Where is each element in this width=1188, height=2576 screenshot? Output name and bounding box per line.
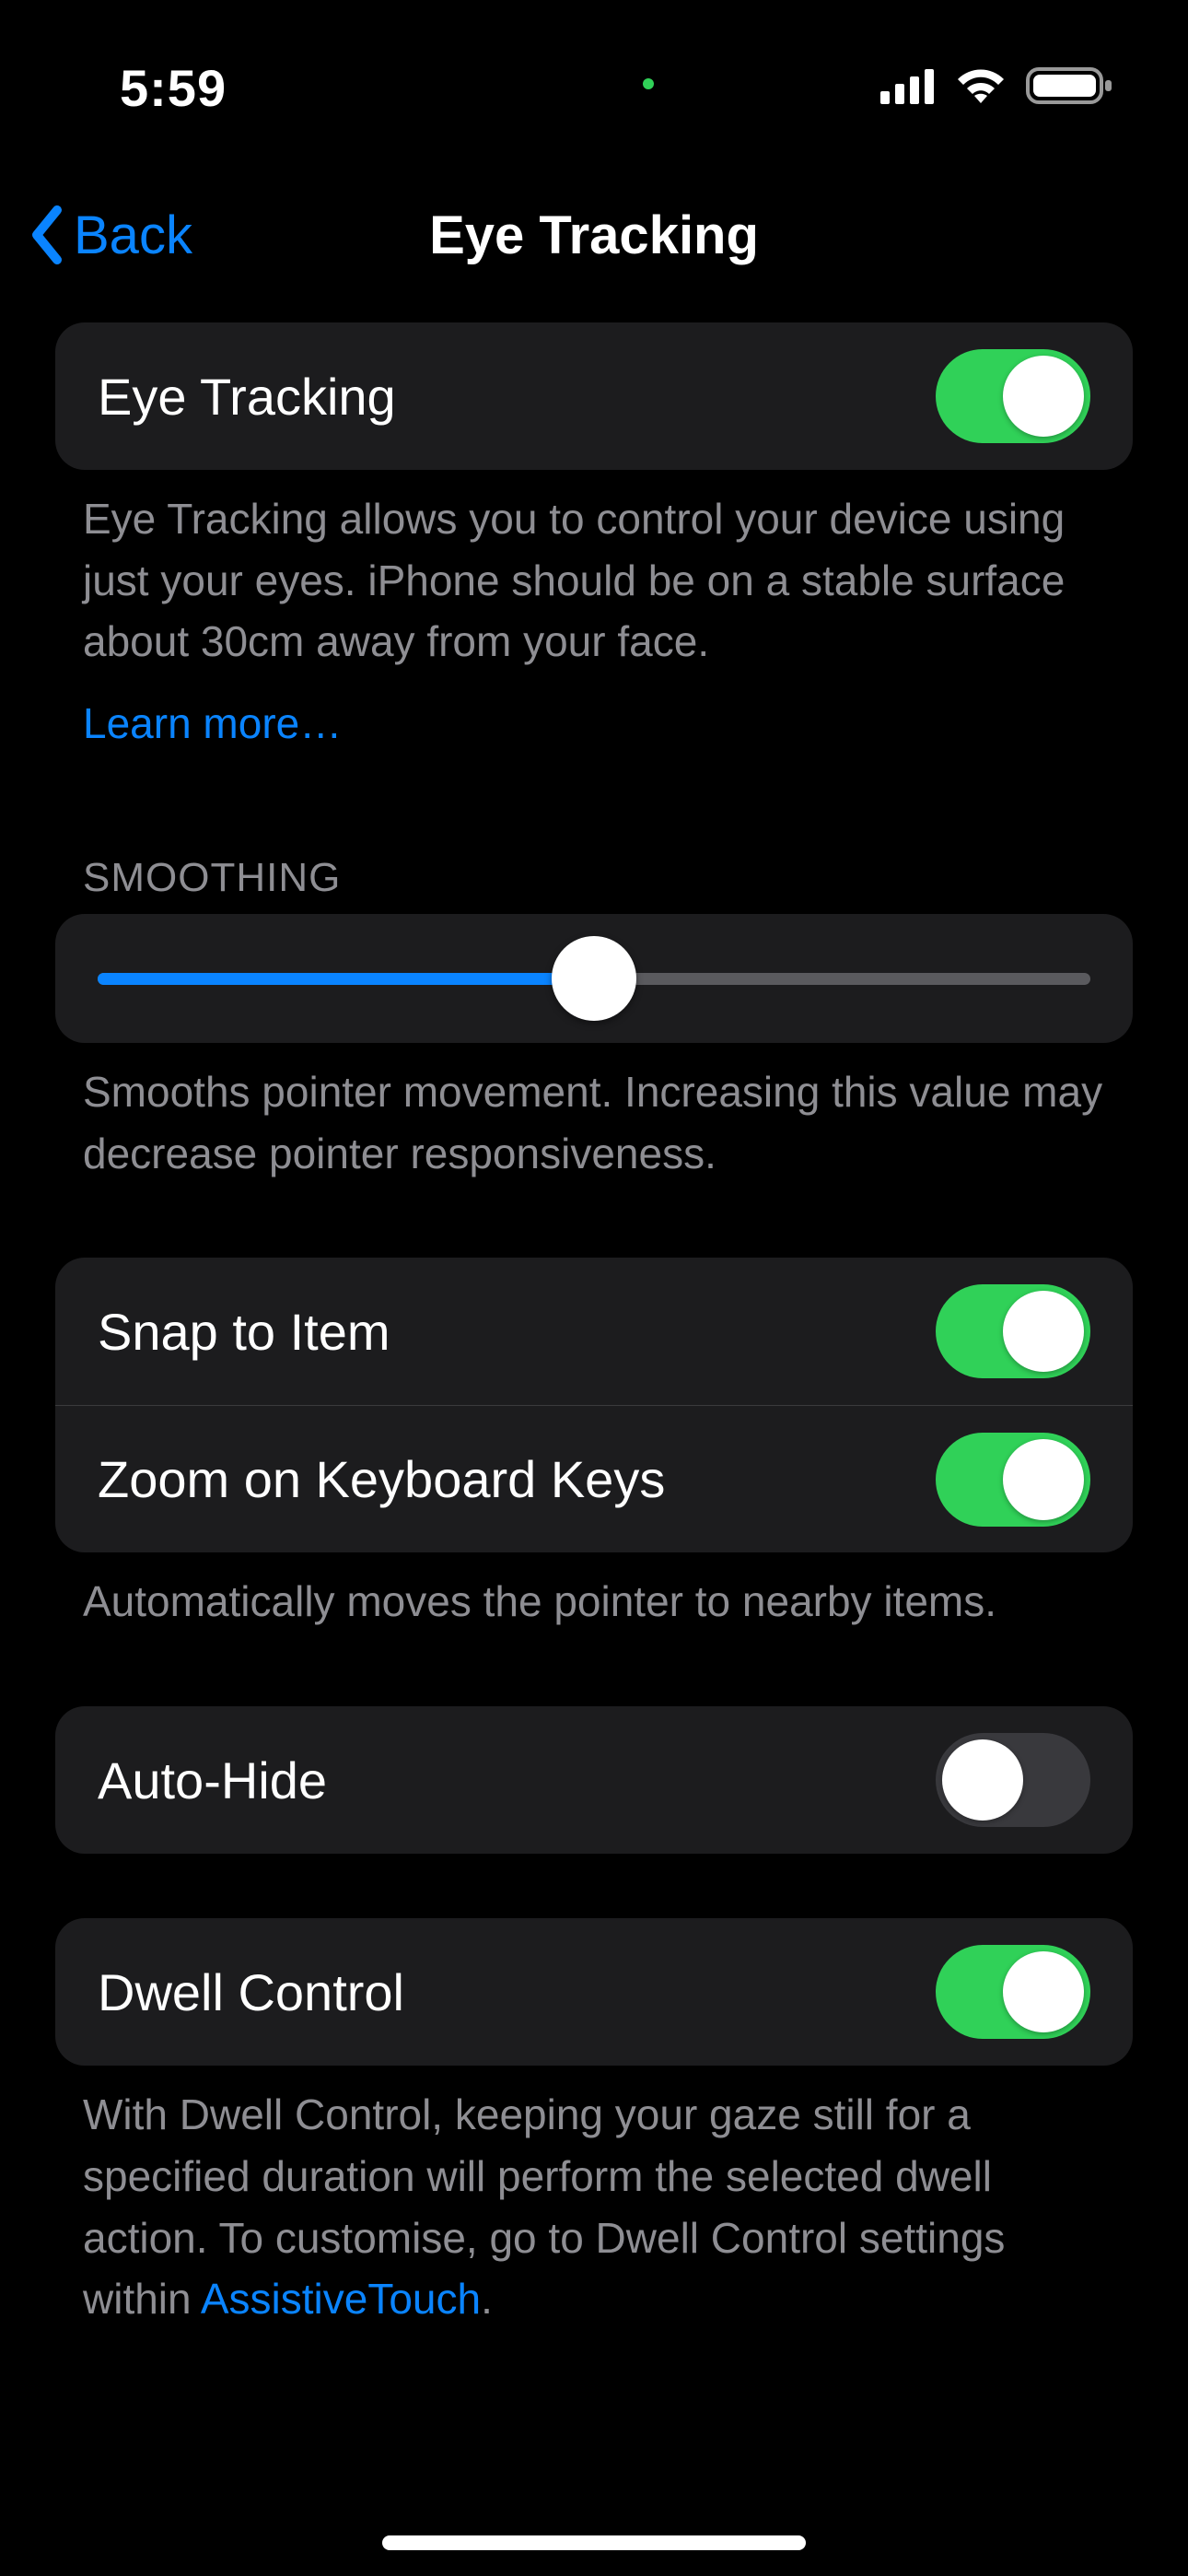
eye-tracking-label: Eye Tracking	[98, 367, 396, 427]
eye-tracking-card: Eye Tracking	[55, 322, 1133, 470]
home-indicator	[382, 2535, 806, 2550]
auto-hide-row: Auto-Hide	[55, 1706, 1133, 1854]
toggle-knob	[1003, 1439, 1084, 1520]
smoothing-header: SMOOTHING	[55, 822, 1133, 914]
toggle-knob	[942, 1739, 1023, 1821]
cellular-signal-icon	[880, 67, 936, 109]
learn-more-link[interactable]: Learn more…	[55, 673, 1133, 748]
dwell-control-group: Dwell Control With Dwell Control, keepin…	[55, 1918, 1133, 2330]
zoom-keyboard-toggle[interactable]	[936, 1433, 1090, 1527]
dwell-control-card: Dwell Control	[55, 1918, 1133, 2066]
slider-fill	[98, 973, 594, 985]
status-time: 5:59	[74, 58, 227, 118]
camera-active-dot-icon	[643, 78, 654, 89]
nav-back-button[interactable]: Back	[28, 205, 192, 266]
auto-hide-toggle[interactable]	[936, 1733, 1090, 1827]
smoothing-slider-row	[55, 914, 1133, 1043]
chevron-left-icon	[28, 205, 64, 265]
toggle-knob	[1003, 1291, 1084, 1372]
battery-icon	[1026, 65, 1114, 111]
dwell-footer-suffix: .	[481, 2275, 493, 2323]
status-right	[880, 65, 1114, 111]
dwell-control-row: Dwell Control	[55, 1918, 1133, 2066]
wifi-icon	[954, 66, 1007, 110]
eye-tracking-toggle[interactable]	[936, 349, 1090, 443]
eye-tracking-group: Eye Tracking Eye Tracking allows you to …	[55, 322, 1133, 748]
smoothing-slider[interactable]	[98, 960, 1090, 997]
snap-to-item-toggle[interactable]	[936, 1284, 1090, 1378]
nav-bar: Back Eye Tracking	[0, 184, 1188, 286]
screen: 5:59	[0, 0, 1188, 2576]
auto-hide-card: Auto-Hide	[55, 1706, 1133, 1854]
assistivetouch-link[interactable]: AssistiveTouch	[201, 2275, 481, 2323]
eye-tracking-row: Eye Tracking	[55, 322, 1133, 470]
snap-zoom-group: Snap to Item Zoom on Keyboard Keys Autom…	[55, 1258, 1133, 1633]
smoothing-card	[55, 914, 1133, 1043]
dwell-control-label: Dwell Control	[98, 1962, 404, 2022]
toggle-knob	[1003, 356, 1084, 437]
smoothing-group: SMOOTHING Smooths pointer movement. Incr…	[55, 822, 1133, 1184]
smoothing-footer: Smooths pointer movement. Increasing thi…	[55, 1043, 1133, 1184]
slider-thumb[interactable]	[552, 936, 636, 1021]
snap-zoom-footer: Automatically moves the pointer to nearb…	[55, 1552, 1133, 1633]
zoom-keyboard-label: Zoom on Keyboard Keys	[98, 1449, 665, 1509]
snap-to-item-label: Snap to Item	[98, 1302, 390, 1362]
auto-hide-group: Auto-Hide	[55, 1706, 1133, 1854]
toggle-knob	[1003, 1951, 1084, 2032]
eye-tracking-footer: Eye Tracking allows you to control your …	[55, 470, 1133, 673]
auto-hide-label: Auto-Hide	[98, 1751, 327, 1810]
snap-zoom-card: Snap to Item Zoom on Keyboard Keys	[55, 1258, 1133, 1552]
snap-to-item-row: Snap to Item	[55, 1258, 1133, 1405]
content: Eye Tracking Eye Tracking allows you to …	[0, 322, 1188, 2330]
dwell-control-toggle[interactable]	[936, 1945, 1090, 2039]
zoom-keyboard-row: Zoom on Keyboard Keys	[55, 1405, 1133, 1552]
status-bar: 5:59	[0, 0, 1188, 138]
nav-back-label: Back	[74, 205, 192, 266]
dwell-control-footer: With Dwell Control, keeping your gaze st…	[55, 2066, 1133, 2330]
